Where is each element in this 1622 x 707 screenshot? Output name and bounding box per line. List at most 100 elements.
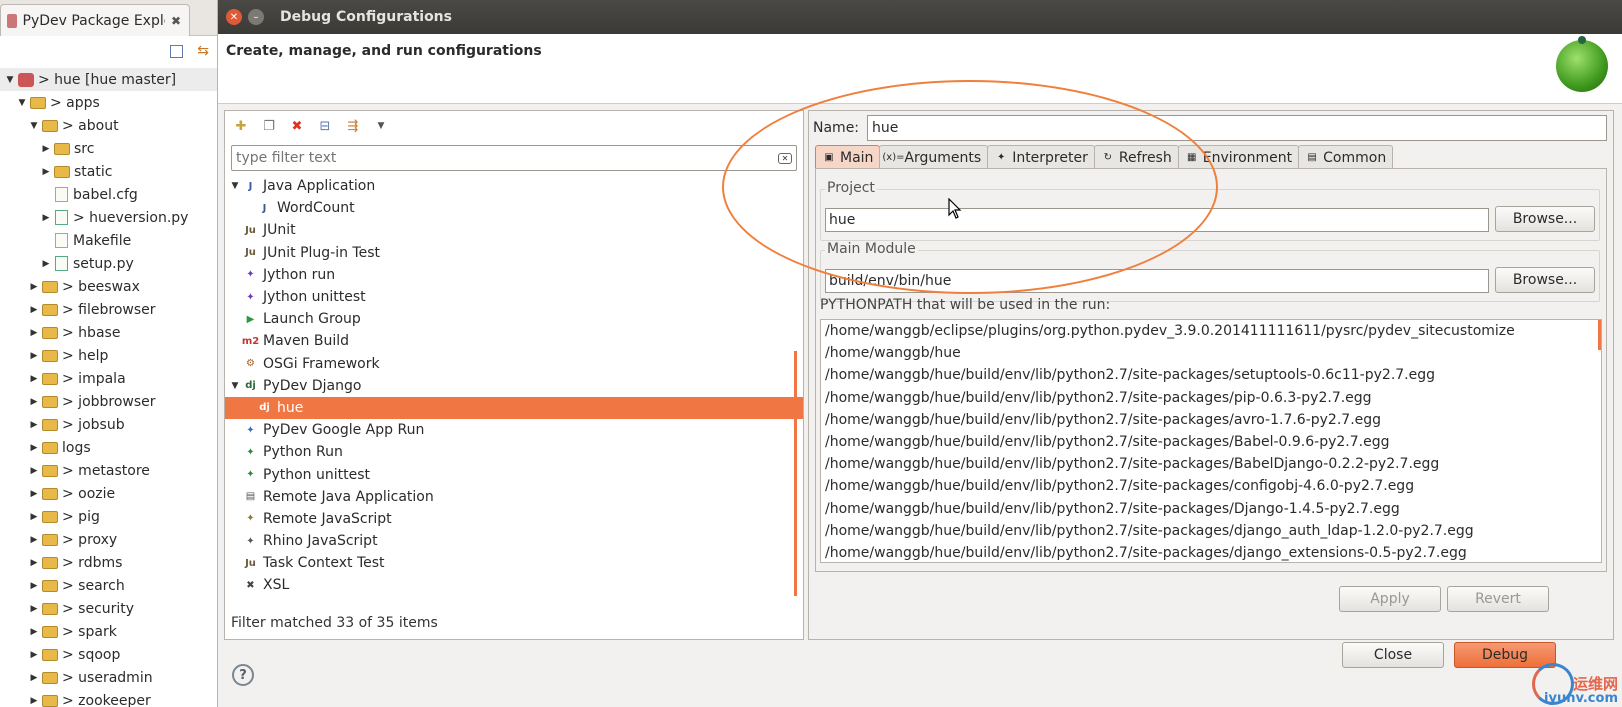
chevron-down-icon[interactable]: ▼	[28, 121, 40, 131]
chevron-right-icon[interactable]: ▶	[28, 420, 40, 430]
pythonpath-entry[interactable]: /home/wanggb/hue/build/env/lib/python2.7…	[821, 409, 1601, 431]
collapse-all-icon[interactable]	[170, 44, 184, 58]
project-field[interactable]: hue	[825, 208, 1489, 232]
explorer-tree-item[interactable]: ▶ > pig	[0, 505, 217, 528]
config-tree-item[interactable]: J WordCount	[225, 197, 803, 219]
delete-config-icon[interactable]: ✖	[289, 118, 305, 134]
chevron-right-icon[interactable]: ▶	[40, 213, 52, 223]
explorer-tree-item[interactable]: ▶ > jobsub	[0, 413, 217, 436]
chevron-right-icon[interactable]: ▶	[28, 535, 40, 545]
chevron-right-icon[interactable]: ▶	[28, 397, 40, 407]
main-module-field[interactable]: build/env/bin/hue	[825, 269, 1489, 293]
duplicate-config-icon[interactable]: ❐	[261, 118, 277, 134]
chevron-right-icon[interactable]: ▶	[40, 259, 52, 269]
explorer-tree-item[interactable]: ▶ > metastore	[0, 459, 217, 482]
tab-arguments[interactable]: (x)= Arguments	[879, 145, 989, 169]
tab-environment[interactable]: ▦ Environment	[1177, 145, 1300, 169]
chevron-right-icon[interactable]: ▶	[28, 305, 40, 315]
config-tree-item[interactable]: ✖ XSL	[225, 574, 803, 596]
pythonpath-entry[interactable]: /home/wanggb/hue/build/env/lib/python2.7…	[821, 498, 1601, 520]
browse-module-button[interactable]: Browse...	[1495, 267, 1595, 293]
explorer-tree-item[interactable]: ▼ > apps	[0, 91, 217, 114]
chevron-right-icon[interactable]: ▶	[28, 466, 40, 476]
chevron-right-icon[interactable]: ▶	[28, 489, 40, 499]
explorer-tree-item[interactable]: ▼ > about	[0, 114, 217, 137]
pythonpath-entry[interactable]: /home/wanggb/hue/build/env/lib/python2.7…	[821, 520, 1601, 542]
view-menu-chevron-down-icon[interactable]: ▼	[373, 118, 389, 134]
pythonpath-entry[interactable]: /home/wanggb/hue	[821, 342, 1601, 364]
chevron-right-icon[interactable]: ▶	[28, 282, 40, 292]
apply-button[interactable]: Apply	[1339, 586, 1441, 612]
chevron-right-icon[interactable]: ▶	[28, 512, 40, 522]
close-button[interactable]: Close	[1342, 642, 1444, 668]
chevron-right-icon[interactable]: ▶	[28, 604, 40, 614]
chevron-right-icon[interactable]: ▶	[28, 627, 40, 637]
config-tree-item[interactable]: m2 Maven Build	[225, 330, 803, 352]
config-tree-item[interactable]: ⚙ OSGi Framework	[225, 353, 803, 375]
pythonpath-entry[interactable]: /home/wanggb/hue/build/env/lib/python2.7…	[821, 387, 1601, 409]
tab-pydev-package-explorer[interactable]: PyDev Package Explo ✖	[0, 4, 190, 36]
collapse-all-icon[interactable]: ⊟	[317, 118, 333, 134]
config-tree-item[interactable]: ✦ PyDev Google App Run	[225, 419, 803, 441]
explorer-tree-item[interactable]: Makefile	[0, 229, 217, 252]
chevron-right-icon[interactable]: ▶	[28, 328, 40, 338]
pythonpath-entry[interactable]: /home/wanggb/hue/build/env/lib/python2.7…	[821, 364, 1601, 386]
chevron-right-icon[interactable]: ▶	[28, 696, 40, 706]
chevron-down-icon[interactable]: ▼	[229, 381, 241, 391]
explorer-tree-item[interactable]: ▶ > zookeeper	[0, 689, 217, 707]
chevron-down-icon[interactable]: ▼	[4, 75, 16, 85]
config-tree-item[interactable]: ✦ Python Run	[225, 441, 803, 463]
chevron-right-icon[interactable]: ▶	[28, 673, 40, 683]
explorer-tree-item[interactable]: ▶ > impala	[0, 367, 217, 390]
pythonpath-entry[interactable]: /home/wanggb/hue/build/env/lib/python2.7…	[821, 453, 1601, 475]
tab-refresh[interactable]: ↻ Refresh	[1093, 145, 1179, 169]
config-tree-item[interactable]: ▤ Remote Java Application	[225, 486, 803, 508]
debug-button[interactable]: Debug	[1454, 642, 1556, 668]
close-icon[interactable]: ✖	[171, 14, 181, 28]
explorer-tree-item[interactable]: ▶ > hbase	[0, 321, 217, 344]
pythonpath-scrollbar[interactable]	[1598, 320, 1601, 350]
revert-button[interactable]: Revert	[1447, 586, 1549, 612]
explorer-tree-item[interactable]: ▼ > hue [hue master]	[0, 68, 217, 91]
explorer-tree-item[interactable]: ▶ logs	[0, 436, 217, 459]
explorer-tree-item[interactable]: ▶ static	[0, 160, 217, 183]
filter-config-icon[interactable]: ⇶	[345, 118, 361, 134]
window-minimize-icon[interactable]: –	[248, 9, 264, 25]
chevron-right-icon[interactable]: ▶	[28, 558, 40, 568]
explorer-tree-item[interactable]: ▶ > help	[0, 344, 217, 367]
chevron-right-icon[interactable]: ▶	[28, 581, 40, 591]
explorer-tree-item[interactable]: ▶ src	[0, 137, 217, 160]
pythonpath-entry[interactable]: /home/wanggb/hue/build/env/lib/python2.7…	[821, 475, 1601, 497]
config-tree-item[interactable]: Ju JUnit	[225, 219, 803, 241]
explorer-tree-item[interactable]: ▶ > search	[0, 574, 217, 597]
pythonpath-entry[interactable]: /home/wanggb/hue/build/env/lib/python2.7…	[821, 542, 1601, 562]
link-with-editor-icon[interactable]: ⇆	[197, 43, 209, 59]
config-tree-item[interactable]: Ju JUnit Plug-in Test	[225, 242, 803, 264]
chevron-right-icon[interactable]: ▶	[28, 443, 40, 453]
window-close-icon[interactable]: ✕	[226, 9, 242, 25]
tab-interpreter[interactable]: ✦ Interpreter	[987, 145, 1095, 169]
chevron-right-icon[interactable]: ▶	[40, 167, 52, 177]
config-tree-item[interactable]: ✦ Remote JavaScript	[225, 508, 803, 530]
config-tree-item[interactable]: ▶ Launch Group	[225, 308, 803, 330]
tab-common[interactable]: ▤ Common	[1298, 145, 1394, 169]
config-tree-item[interactable]: ✦ Python unittest	[225, 463, 803, 485]
explorer-tree-item[interactable]: ▶ > spark	[0, 620, 217, 643]
config-tree-item[interactable]: ✦ Jython run	[225, 264, 803, 286]
explorer-tree-item[interactable]: ▶ > jobbrowser	[0, 390, 217, 413]
pythonpath-entry[interactable]: /home/wanggb/hue/build/env/lib/python2.7…	[821, 431, 1601, 453]
explorer-tree-item[interactable]: ▶ > filebrowser	[0, 298, 217, 321]
explorer-tree-item[interactable]: ▶ setup.py	[0, 252, 217, 275]
explorer-tree-item[interactable]: ▶ > oozie	[0, 482, 217, 505]
chevron-right-icon[interactable]: ▶	[40, 144, 52, 154]
config-tree-item[interactable]: ▼ dj PyDev Django	[225, 375, 803, 397]
explorer-tree-item[interactable]: ▶ > security	[0, 597, 217, 620]
new-config-icon[interactable]: ✚	[233, 118, 249, 134]
explorer-tree-item[interactable]: ▶ > rdbms	[0, 551, 217, 574]
tab-main[interactable]: ▣ Main	[815, 145, 881, 169]
chevron-right-icon[interactable]: ▶	[28, 374, 40, 384]
chevron-down-icon[interactable]: ▼	[229, 181, 241, 191]
help-icon[interactable]: ?	[232, 664, 254, 686]
explorer-tree-item[interactable]: ▶ > proxy	[0, 528, 217, 551]
config-tree-item[interactable]: ✦ Rhino JavaScript	[225, 530, 803, 552]
